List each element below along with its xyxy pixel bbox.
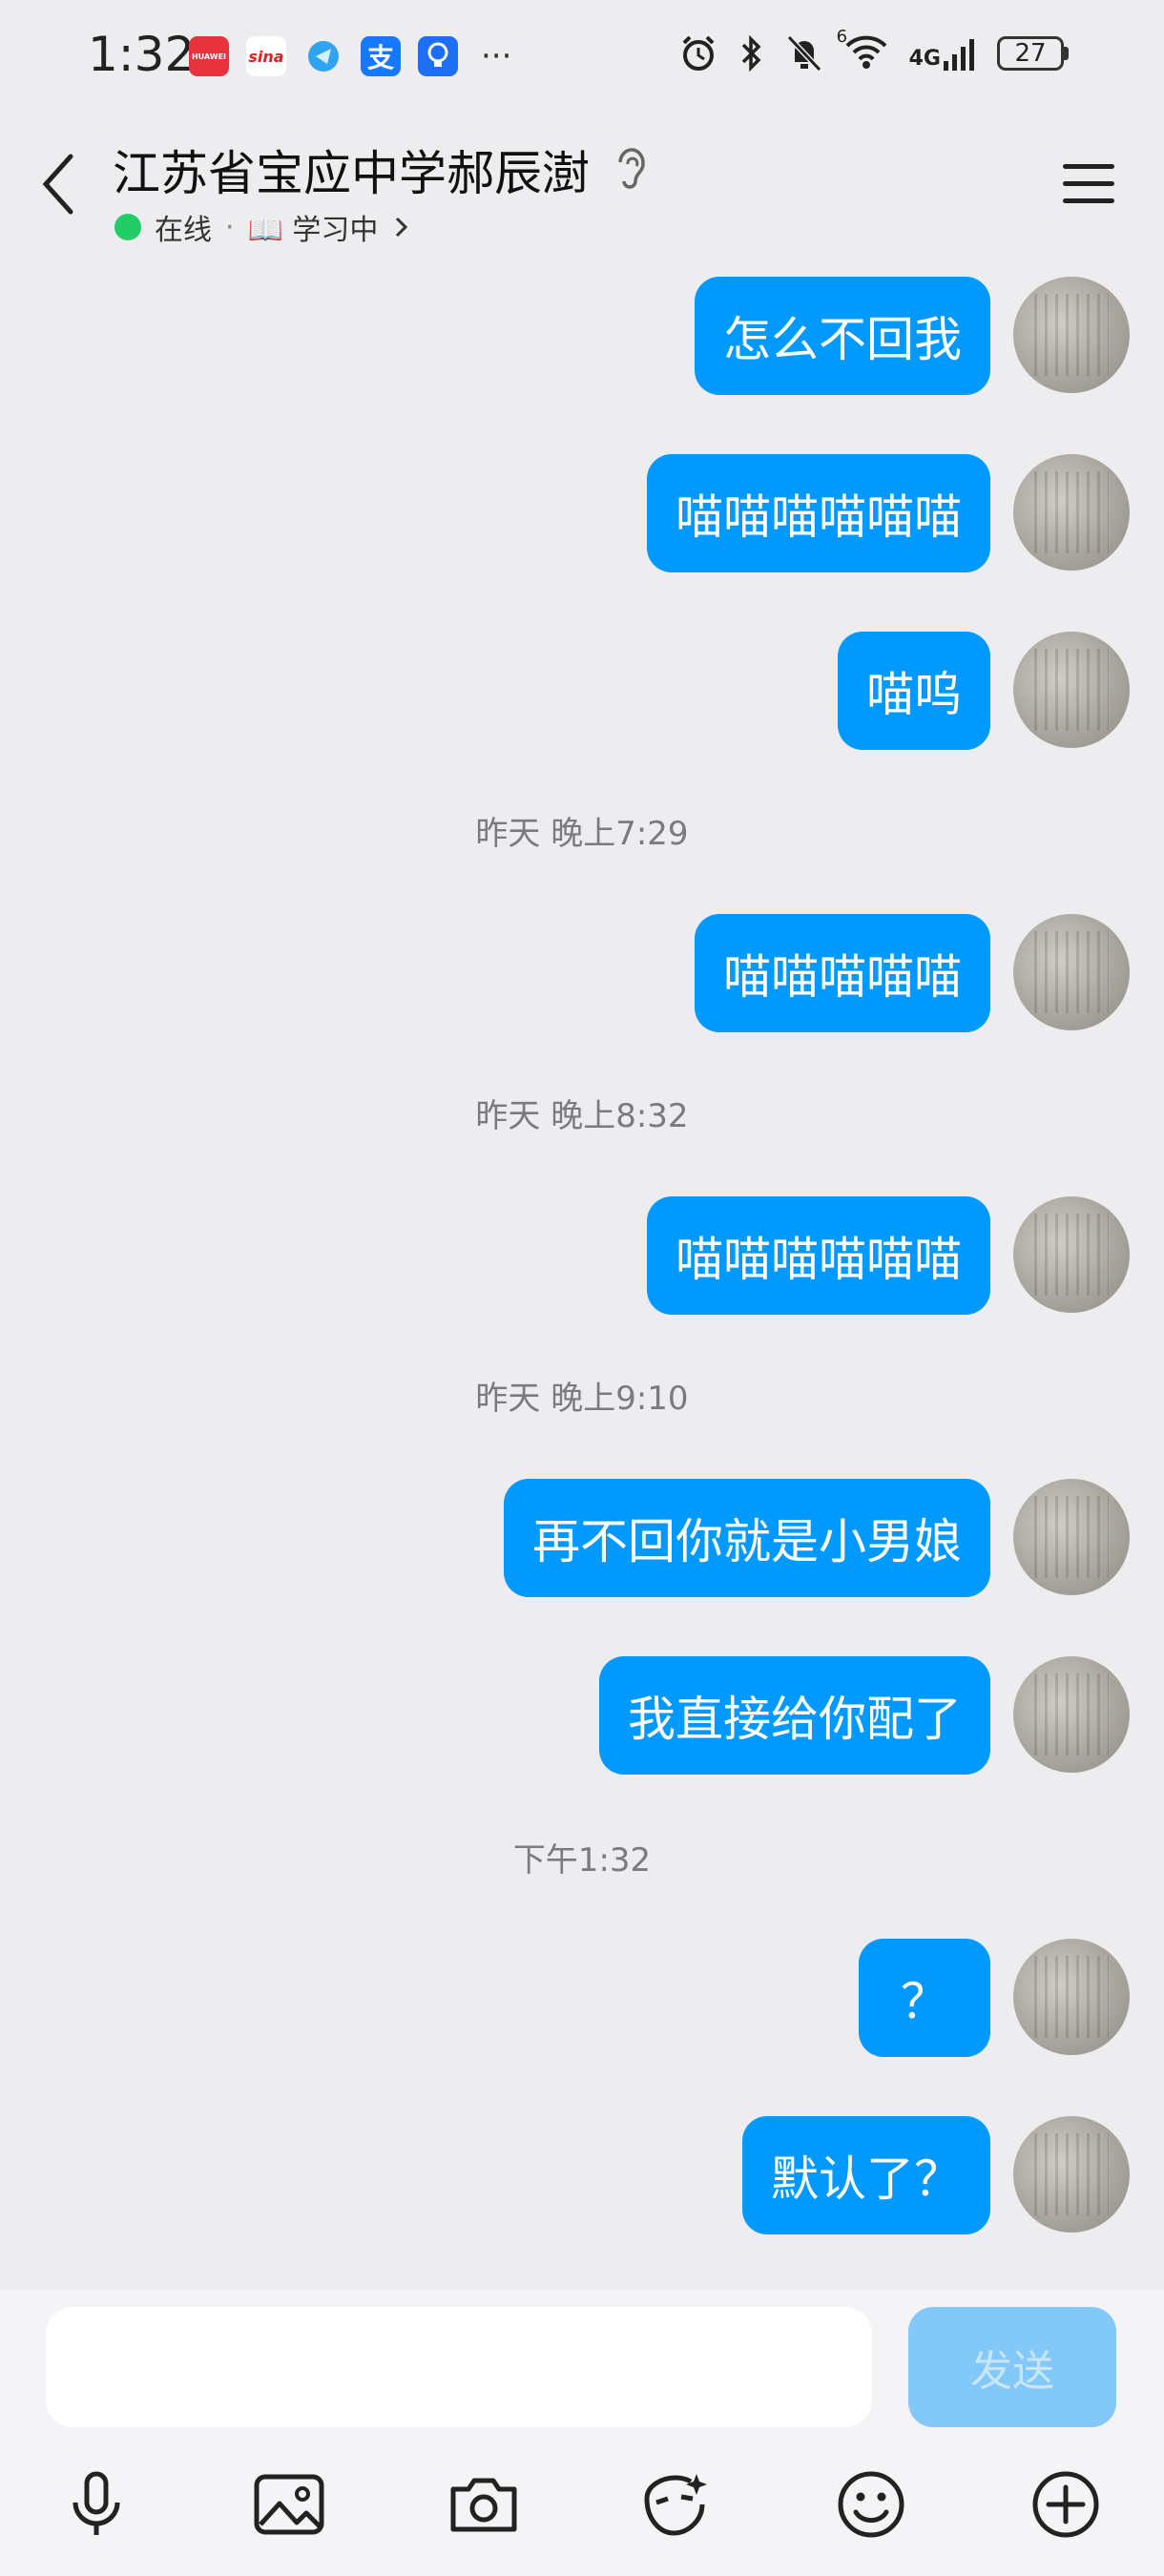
message-bubble[interactable]: 喵喵喵喵喵喵 <box>647 1196 990 1315</box>
battery-tip <box>1064 47 1069 60</box>
network-type: 4G <box>908 47 941 71</box>
timestamp: 昨天 晚上7:29 <box>475 815 689 853</box>
avatar[interactable] <box>1013 1196 1130 1313</box>
wifi-indicator: 6 <box>837 27 888 74</box>
status-right-icons: 6 4G 27 <box>678 27 1069 74</box>
avatar[interactable] <box>1013 1479 1130 1595</box>
input-bar: 发送 <box>0 2290 1164 2433</box>
message-bubble[interactable]: 默认了？ <box>742 2116 990 2234</box>
message-bubble[interactable]: ？ <box>859 1939 990 2057</box>
message-bubble[interactable]: 喵呜 <box>838 632 990 750</box>
alipay-icon: 支 <box>361 36 401 76</box>
online-dot-icon <box>114 214 141 240</box>
wifi-icon <box>845 35 887 69</box>
cellular-signal: 4G <box>909 36 976 71</box>
contact-name[interactable]: 江苏省宝应中学郝辰澍 <box>113 135 590 204</box>
message-row: ？ <box>859 1939 1164 2057</box>
back-chevron-icon[interactable] <box>36 151 84 218</box>
avatar[interactable] <box>1013 1939 1130 2055</box>
message-bubble[interactable]: 喵喵喵喵喵喵 <box>647 454 990 572</box>
online-status: 在线 <box>155 214 212 247</box>
avatar[interactable] <box>1013 1656 1130 1773</box>
camera-icon[interactable] <box>441 2462 527 2547</box>
avatar[interactable] <box>1013 632 1130 748</box>
timestamp: 昨天 晚上9:10 <box>475 1380 689 1418</box>
sina-weibo-icon: sina <box>246 36 286 76</box>
contact-status[interactable]: 在线 · 📖 学习中 <box>114 206 410 248</box>
wifi-version-label: 6 <box>836 27 848 47</box>
mute-bell-icon <box>786 34 821 73</box>
avatar[interactable] <box>1013 914 1130 1030</box>
message-bubble[interactable]: 怎么不回我 <box>695 277 990 395</box>
avatar[interactable] <box>1013 2116 1130 2233</box>
message-bubble[interactable]: 我直接给你配了 <box>599 1656 990 1775</box>
message-row: 再不回你就是小男娘 <box>504 1479 1164 1597</box>
chevron-right-icon <box>396 217 408 238</box>
ear-icon[interactable] <box>611 143 653 195</box>
message-list[interactable]: 怎么不回我 喵喵喵喵喵喵 喵呜 昨天 晚上7:29 喵喵喵喵喵 昨天 晚上8:3… <box>0 258 1164 2290</box>
battery-indicator: 27 <box>997 36 1069 71</box>
emoji-icon[interactable] <box>828 2462 914 2547</box>
image-icon[interactable] <box>246 2462 332 2547</box>
timestamp: 下午1:32 <box>512 1841 652 1880</box>
avatar[interactable] <box>1013 454 1130 571</box>
browser-icon <box>303 36 343 76</box>
message-row: 默认了？ <box>742 2116 1164 2234</box>
bottom-toolbar <box>0 2433 1164 2576</box>
message-row: 怎么不回我 <box>695 277 1164 395</box>
status-bar: 1:32 HUAWEI sina 支 ··· 6 4G 27 <box>0 0 1164 114</box>
message-row: 喵喵喵喵喵喵 <box>647 1196 1164 1315</box>
battery-level: 27 <box>997 36 1064 71</box>
message-row: 我直接给你配了 <box>599 1656 1164 1775</box>
status-separator: · <box>225 210 235 244</box>
signal-bars-icon <box>944 39 974 71</box>
alarm-icon <box>682 35 715 71</box>
chat-header: 江苏省宝应中学郝辰澍 在线 · 📖 学习中 <box>0 114 1164 258</box>
status-time: 1:32 <box>88 27 196 82</box>
tips-bulb-icon <box>418 36 458 76</box>
more-notifications-icon: ··· <box>481 37 512 75</box>
status-app-icons: HUAWEI sina 支 ··· <box>189 36 511 76</box>
menu-icon[interactable] <box>1061 160 1116 208</box>
plus-icon[interactable] <box>1023 2462 1109 2547</box>
huawei-app-icon: HUAWEI <box>189 36 229 76</box>
microphone-icon[interactable] <box>53 2462 139 2547</box>
message-row: 喵喵喵喵喵 <box>695 914 1164 1032</box>
send-button[interactable]: 发送 <box>908 2307 1116 2427</box>
message-row: 喵呜 <box>838 632 1164 750</box>
message-bubble[interactable]: 再不回你就是小男娘 <box>504 1479 990 1597</box>
sticker-icon[interactable] <box>634 2462 719 2547</box>
message-input[interactable] <box>46 2307 872 2427</box>
message-row: 喵喵喵喵喵喵 <box>647 454 1164 572</box>
bluetooth-icon <box>741 34 761 73</box>
timestamp: 昨天 晚上8:32 <box>475 1097 689 1135</box>
message-bubble[interactable]: 喵喵喵喵喵 <box>695 914 990 1032</box>
activity-status: 📖 学习中 <box>247 214 379 247</box>
avatar[interactable] <box>1013 277 1130 393</box>
